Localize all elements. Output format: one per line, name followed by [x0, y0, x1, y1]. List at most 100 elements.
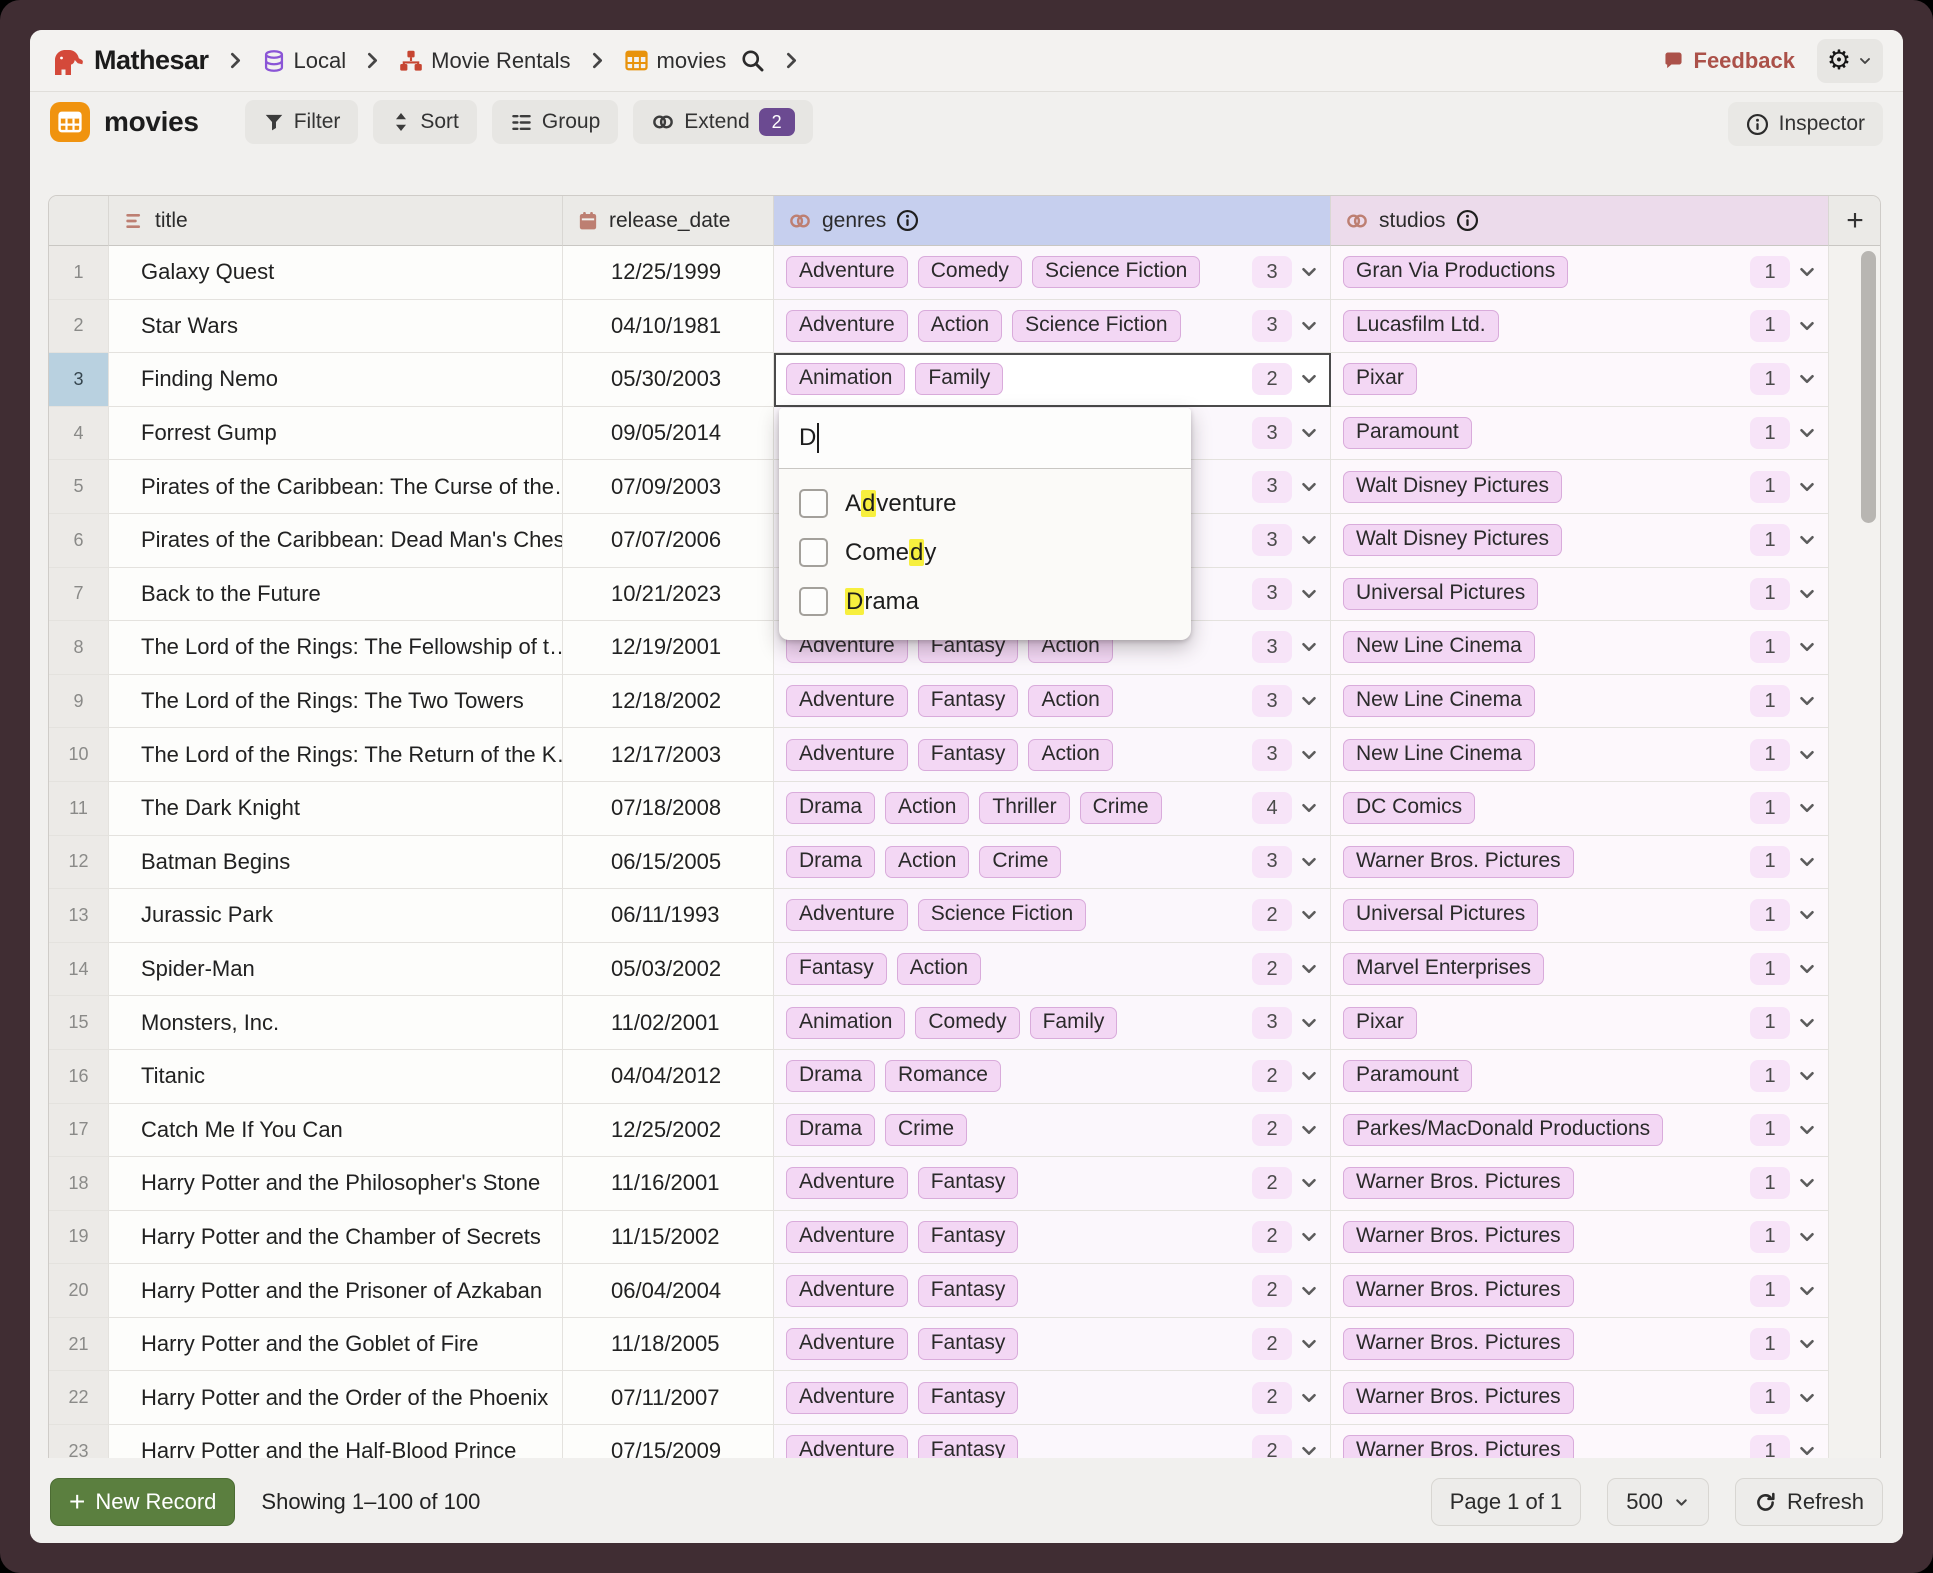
chevron-down-icon[interactable]	[1298, 368, 1320, 390]
cell-title[interactable]: The Lord of the Rings: The Fellowship of…	[109, 621, 563, 675]
chevron-down-icon[interactable]	[1796, 315, 1818, 337]
cell-genres[interactable]: AdventureFantasy2	[774, 1157, 1331, 1211]
cell-release-date[interactable]: 07/09/2003	[563, 460, 774, 514]
refresh-button[interactable]: Refresh	[1735, 1478, 1883, 1526]
column-header-genres[interactable]: genres	[774, 196, 1331, 246]
cell-studios[interactable]: Universal Pictures1	[1331, 889, 1829, 943]
cell-studios[interactable]: Warner Bros. Pictures1	[1331, 1425, 1829, 1458]
genre-option-drama[interactable]: Drama	[779, 577, 1191, 626]
cell-genres[interactable]: DramaActionThrillerCrime4	[774, 782, 1331, 836]
row-number-cell[interactable]: 19	[49, 1211, 109, 1265]
cell-studios[interactable]: New Line Cinema1	[1331, 621, 1829, 675]
row-number-cell[interactable]: 22	[49, 1371, 109, 1425]
row-number-cell[interactable]: 12	[49, 836, 109, 890]
row-number-cell[interactable]: 1	[49, 246, 109, 300]
chevron-down-icon[interactable]	[1796, 583, 1818, 605]
cell-title[interactable]: Back to the Future	[109, 568, 563, 622]
cell-studios[interactable]: Warner Bros. Pictures1	[1331, 1264, 1829, 1318]
cell-genres[interactable]: AdventureFantasyAction3	[774, 675, 1331, 729]
chevron-down-icon[interactable]	[1298, 851, 1320, 873]
cell-title[interactable]: Harry Potter and the Prisoner of Azkaban	[109, 1264, 563, 1318]
chevron-down-icon[interactable]	[1298, 1012, 1320, 1034]
cell-title[interactable]: The Lord of the Rings: The Return of the…	[109, 728, 563, 782]
cell-title[interactable]: Star Wars	[109, 300, 563, 354]
cell-release-date[interactable]: 05/30/2003	[563, 353, 774, 407]
cell-studios[interactable]: Pixar1	[1331, 996, 1829, 1050]
row-number-cell[interactable]: 14	[49, 943, 109, 997]
cell-title[interactable]: Jurassic Park	[109, 889, 563, 943]
chevron-down-icon[interactable]	[1298, 1333, 1320, 1355]
cell-studios[interactable]: DC Comics1	[1331, 782, 1829, 836]
extend-button[interactable]: Extend 2	[633, 100, 812, 144]
chevron-down-icon[interactable]	[1796, 368, 1818, 390]
breadcrumb-item-movie-rentals[interactable]: Movie Rentals	[399, 48, 570, 74]
cell-title[interactable]: Monsters, Inc.	[109, 996, 563, 1050]
cell-genres[interactable]: AnimationComedyFamily3	[774, 996, 1331, 1050]
cell-release-date[interactable]: 07/18/2008	[563, 782, 774, 836]
cell-genres[interactable]: AdventureComedyScience Fiction3	[774, 246, 1331, 300]
cell-title[interactable]: Harry Potter and the Half-Blood Prince	[109, 1425, 563, 1458]
cell-release-date[interactable]: 04/04/2012	[563, 1050, 774, 1104]
chevron-down-icon[interactable]	[1796, 422, 1818, 444]
chevron-down-icon[interactable]	[1298, 1172, 1320, 1194]
column-header-title[interactable]: title	[109, 196, 563, 246]
row-number-cell[interactable]: 17	[49, 1104, 109, 1158]
cell-title[interactable]: The Lord of the Rings: The Two Towers	[109, 675, 563, 729]
row-number-cell[interactable]: 5	[49, 460, 109, 514]
row-number-cell[interactable]: 20	[49, 1264, 109, 1318]
cell-release-date[interactable]: 07/11/2007	[563, 1371, 774, 1425]
chevron-down-icon[interactable]	[1298, 1065, 1320, 1087]
chevron-down-icon[interactable]	[1298, 315, 1320, 337]
row-number-cell[interactable]: 18	[49, 1157, 109, 1211]
row-number-cell[interactable]: 4	[49, 407, 109, 461]
cell-studios[interactable]: New Line Cinema1	[1331, 675, 1829, 729]
cell-studios[interactable]: Warner Bros. Pictures1	[1331, 1318, 1829, 1372]
chevron-down-icon[interactable]	[1796, 904, 1818, 926]
chevron-down-icon[interactable]	[1298, 1387, 1320, 1409]
cell-studios[interactable]: Gran Via Productions1	[1331, 246, 1829, 300]
cell-release-date[interactable]: 07/07/2006	[563, 514, 774, 568]
chevron-down-icon[interactable]	[1298, 1440, 1320, 1458]
cell-release-date[interactable]: 06/04/2004	[563, 1264, 774, 1318]
checkbox[interactable]	[799, 538, 828, 567]
cell-genres[interactable]: AdventureFantasyAction3	[774, 728, 1331, 782]
genre-option-comedy[interactable]: Comedy	[779, 528, 1191, 577]
chevron-down-icon[interactable]	[1298, 1226, 1320, 1248]
chevron-down-icon[interactable]	[1298, 261, 1320, 283]
cell-title[interactable]: Harry Potter and the Goblet of Fire	[109, 1318, 563, 1372]
chevron-down-icon[interactable]	[1796, 1172, 1818, 1194]
chevron-down-icon[interactable]	[1796, 1065, 1818, 1087]
cell-title[interactable]: Titanic	[109, 1050, 563, 1104]
chevron-down-icon[interactable]	[1796, 690, 1818, 712]
cell-genres[interactable]: AdventureFantasy2	[774, 1371, 1331, 1425]
cell-release-date[interactable]: 10/21/2023	[563, 568, 774, 622]
cell-title[interactable]: Harry Potter and the Philosopher's Stone	[109, 1157, 563, 1211]
cell-studios[interactable]: Warner Bros. Pictures1	[1331, 1371, 1829, 1425]
cell-release-date[interactable]: 11/15/2002	[563, 1211, 774, 1265]
row-number-cell[interactable]: 3	[49, 353, 109, 407]
chevron-down-icon[interactable]	[1796, 1333, 1818, 1355]
row-number-cell[interactable]: 13	[49, 889, 109, 943]
cell-title[interactable]: Galaxy Quest	[109, 246, 563, 300]
chevron-down-icon[interactable]	[1796, 1440, 1818, 1458]
cell-studios[interactable]: Warner Bros. Pictures1	[1331, 1157, 1829, 1211]
cell-studios[interactable]: New Line Cinema1	[1331, 728, 1829, 782]
cell-studios[interactable]: Walt Disney Pictures1	[1331, 514, 1829, 568]
checkbox[interactable]	[799, 587, 828, 616]
cell-title[interactable]: Harry Potter and the Chamber of Secrets	[109, 1211, 563, 1265]
cell-title[interactable]: The Dark Knight	[109, 782, 563, 836]
cell-release-date[interactable]: 09/05/2014	[563, 407, 774, 461]
cell-genres[interactable]: AdventureFantasy2	[774, 1264, 1331, 1318]
chevron-down-icon[interactable]	[1298, 583, 1320, 605]
cell-title[interactable]: Pirates of the Caribbean: The Curse of t…	[109, 460, 563, 514]
cell-title[interactable]: Spider-Man	[109, 943, 563, 997]
filter-button[interactable]: Filter	[245, 100, 359, 144]
chevron-down-icon[interactable]	[1298, 476, 1320, 498]
cell-studios[interactable]: Warner Bros. Pictures1	[1331, 1211, 1829, 1265]
cell-release-date[interactable]: 06/11/1993	[563, 889, 774, 943]
cell-release-date[interactable]: 12/18/2002	[563, 675, 774, 729]
cell-title[interactable]: Catch Me If You Can	[109, 1104, 563, 1158]
chevron-down-icon[interactable]	[1298, 1280, 1320, 1302]
cell-studios[interactable]: Paramount1	[1331, 1050, 1829, 1104]
chevron-down-icon[interactable]	[1298, 1119, 1320, 1141]
